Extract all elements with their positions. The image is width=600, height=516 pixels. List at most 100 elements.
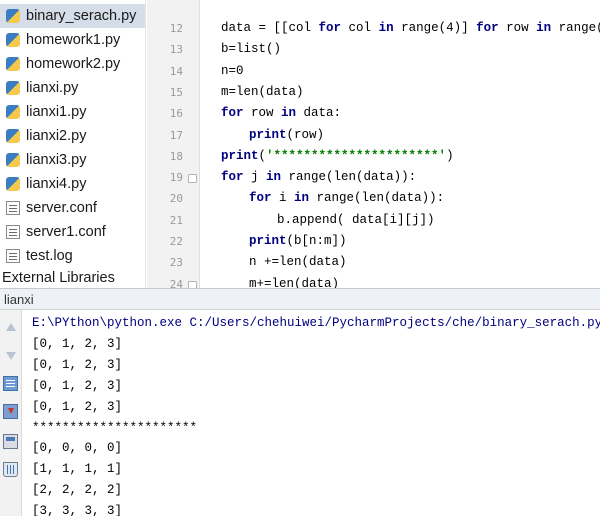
code-token: j bbox=[243, 170, 267, 185]
code-token: n +=len(data) bbox=[249, 255, 347, 270]
code-line: for row in data: bbox=[221, 106, 341, 120]
line-number: 17 bbox=[169, 128, 183, 142]
file-item[interactable]: binary_serach.py bbox=[0, 4, 145, 28]
file-name: server1.conf bbox=[26, 224, 106, 240]
file-name: test.log bbox=[26, 248, 73, 264]
console-output-line: ********************** bbox=[32, 420, 198, 435]
file-item[interactable]: server.conf bbox=[0, 196, 145, 220]
file-item[interactable]: test.log bbox=[0, 244, 145, 268]
python-file-icon bbox=[6, 9, 20, 23]
console-output-line: [0, 1, 2, 3] bbox=[32, 378, 123, 393]
line-number: 20 bbox=[169, 192, 183, 206]
python-file-icon bbox=[6, 105, 20, 119]
file-name: server.conf bbox=[26, 200, 97, 216]
code-token: data = [[col bbox=[221, 21, 319, 35]
console-command-line: E:\PYthon\python.exe C:/Users/chehuiwei/… bbox=[32, 316, 600, 330]
ide-top-area: binary_serach.py homework1.py homework2.py… bbox=[0, 0, 600, 288]
config-file-icon bbox=[6, 225, 20, 239]
keyword-token: for bbox=[476, 21, 499, 35]
code-line: b.append( data[i][j]) bbox=[277, 213, 435, 227]
code-token: range(len(data)): bbox=[309, 191, 445, 206]
file-item[interactable]: lianxi4.py bbox=[0, 172, 145, 196]
line-number: 24 bbox=[169, 277, 183, 288]
file-name: binary_serach.py bbox=[26, 8, 137, 24]
line-number: 18 bbox=[169, 149, 183, 163]
file-name: lianxi1.py bbox=[26, 104, 87, 120]
file-name: lianxi2.py bbox=[26, 128, 87, 144]
line-number-gutter: 12 13 14 15 16 17 18 19 20 21 22 23 24 bbox=[147, 0, 200, 288]
line-number: 14 bbox=[169, 64, 183, 78]
trash-icon[interactable] bbox=[3, 462, 18, 477]
line-number: 12 bbox=[169, 22, 183, 35]
code-token: row bbox=[243, 106, 282, 121]
scroll-to-end-icon[interactable] bbox=[3, 404, 18, 419]
code-token: range(4)] bbox=[393, 21, 477, 35]
code-token: b.append( data[i][j]) bbox=[277, 212, 435, 227]
file-name: lianxi4.py bbox=[26, 176, 87, 192]
soft-wrap-icon[interactable] bbox=[3, 376, 18, 391]
python-file-icon bbox=[6, 33, 20, 47]
string-token: '**********************' bbox=[266, 148, 447, 163]
python-file-icon bbox=[6, 81, 20, 95]
console-output-line: [3, 3, 3, 3] bbox=[32, 504, 123, 516]
run-toolbar bbox=[0, 310, 22, 516]
code-token: data: bbox=[296, 106, 342, 121]
code-line: n +=len(data) bbox=[249, 255, 347, 269]
keyword-token: print bbox=[249, 234, 287, 248]
code-token: col bbox=[341, 21, 379, 35]
run-console-output[interactable]: E:\PYthon\python.exe C:/Users/chehuiwei/… bbox=[22, 310, 600, 516]
text-file-icon bbox=[6, 249, 20, 263]
project-tree: binary_serach.py homework1.py homework2.py… bbox=[0, 0, 146, 288]
code-line: print(b[n:m]) bbox=[249, 234, 347, 248]
file-name: homework2.py bbox=[26, 56, 121, 72]
line-number: 21 bbox=[169, 213, 183, 227]
code-editor[interactable]: data = [[col for col in range(4)] for ro… bbox=[201, 0, 600, 288]
file-item[interactable]: lianxi3.py bbox=[0, 148, 145, 172]
up-arrow-icon[interactable] bbox=[3, 320, 18, 335]
file-item[interactable]: lianxi2.py bbox=[0, 124, 145, 148]
code-token: ( bbox=[258, 148, 267, 163]
python-file-icon bbox=[6, 177, 20, 191]
code-line: print('**********************') bbox=[221, 149, 454, 163]
keyword-token: in bbox=[378, 21, 394, 35]
file-item[interactable]: homework1.py bbox=[0, 28, 145, 52]
fold-marker-icon[interactable] bbox=[188, 174, 197, 184]
code-line: b=list() bbox=[221, 42, 281, 56]
keyword-token: in bbox=[294, 191, 310, 206]
down-arrow-icon[interactable] bbox=[3, 348, 18, 363]
file-item[interactable]: server1.conf bbox=[0, 220, 145, 244]
code-token: row bbox=[498, 21, 537, 35]
python-file-icon bbox=[6, 129, 20, 143]
line-number: 22 bbox=[169, 235, 183, 248]
file-item[interactable]: lianxi1.py bbox=[0, 100, 145, 124]
keyword-token: print bbox=[249, 127, 287, 142]
code-token: b=list() bbox=[221, 42, 282, 57]
code-token: (b[n:m]) bbox=[286, 234, 347, 248]
console-output-line: [0, 1, 2, 3] bbox=[32, 336, 123, 351]
code-token: range(4)] bbox=[558, 21, 600, 35]
keyword-token: in bbox=[536, 21, 552, 35]
code-token: n=0 bbox=[221, 63, 244, 78]
file-name: homework1.py bbox=[26, 32, 121, 48]
code-line: n=0 bbox=[221, 64, 244, 78]
keyword-token: for bbox=[221, 170, 244, 185]
line-number: 13 bbox=[169, 43, 183, 57]
python-file-icon bbox=[6, 153, 20, 167]
run-tab-title[interactable]: lianxi bbox=[4, 292, 34, 307]
keyword-token: for bbox=[221, 106, 244, 121]
file-item[interactable]: lianxi.py bbox=[0, 76, 145, 100]
console-output-line: [1, 1, 1, 1] bbox=[32, 462, 123, 477]
code-line: data = [[col for col in range(4)] for ro… bbox=[221, 21, 600, 35]
external-libraries-node[interactable]: External Libraries bbox=[2, 270, 115, 286]
code-token: i bbox=[271, 191, 295, 206]
keyword-token: print bbox=[221, 148, 259, 163]
code-line: for i in range(len(data)): bbox=[249, 191, 444, 205]
print-icon[interactable] bbox=[3, 434, 18, 449]
file-item[interactable]: homework2.py bbox=[0, 52, 145, 76]
code-line: for j in range(len(data)): bbox=[221, 170, 416, 184]
file-name: lianxi.py bbox=[26, 80, 79, 96]
console-output-line: [0, 1, 2, 3] bbox=[32, 399, 123, 414]
console-output-line: [2, 2, 2, 2] bbox=[32, 483, 123, 498]
console-output-line: [0, 0, 0, 0] bbox=[32, 441, 123, 456]
fold-marker-icon[interactable] bbox=[188, 280, 197, 288]
